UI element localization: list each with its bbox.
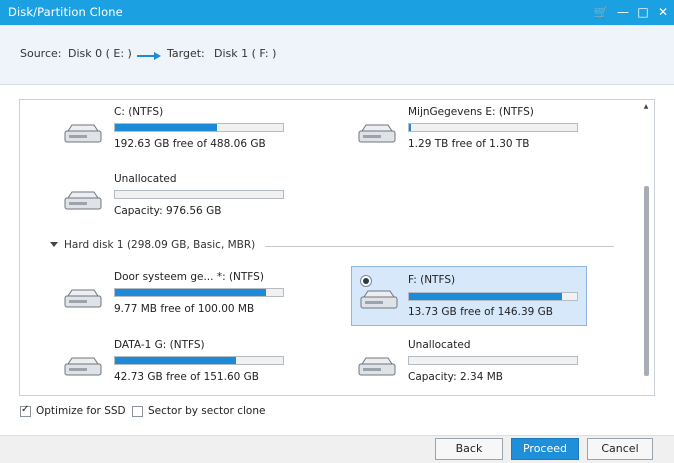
partition-card[interactable]: MijnGegevens E: (NTFS) 1.29 TB free of 1…: [346, 106, 582, 168]
partition-card[interactable]: DATA-1 G: (NTFS) 42.73 GB free of 151.60…: [52, 339, 288, 395]
partition-info: 42.73 GB free of 151.60 GB: [114, 371, 259, 383]
partition-name: MijnGegevens E: (NTFS): [408, 106, 534, 118]
cancel-button[interactable]: Cancel: [587, 438, 653, 460]
usage-bar: [408, 356, 578, 365]
usage-bar-fill: [409, 124, 411, 131]
partition-card[interactable]: Door systeem ge... *: (NTFS) 9.77 MB fre…: [52, 271, 288, 333]
main-content: C: (NTFS) 192.63 GB free of 488.06 GB Mi…: [0, 85, 674, 435]
usage-bar-fill: [115, 289, 267, 296]
cart-icon[interactable]: 🛒: [592, 3, 610, 21]
partition-info: 9.77 MB free of 100.00 MB: [114, 303, 255, 315]
window-titlebar: Disk/Partition Clone 🛒 — □ ✕: [0, 0, 674, 25]
partition-info: Capacity: 2.34 MB: [408, 371, 503, 383]
sector-clone-label: Sector by sector clone: [148, 405, 266, 417]
collapse-triangle-icon[interactable]: [50, 242, 58, 247]
arrow-right-icon: [137, 52, 161, 60]
scroll-up-arrow-icon[interactable]: ▲: [643, 104, 649, 110]
usage-bar-fill: [409, 293, 562, 300]
maximize-button[interactable]: □: [634, 3, 652, 21]
header-divider: [265, 246, 614, 247]
scroll-thumb[interactable]: [644, 186, 649, 376]
optimize-ssd-label: Optimize for SSD: [36, 405, 126, 417]
usage-bar: [114, 123, 284, 132]
proceed-button[interactable]: Proceed: [511, 438, 579, 460]
partition-card[interactable]: Unallocated Capacity: 976.56 GB: [52, 173, 288, 235]
usage-bar: [114, 190, 284, 199]
partition-name: Door systeem ge... *: (NTFS): [114, 271, 264, 283]
back-button[interactable]: Back: [435, 438, 503, 460]
partition-name: C: (NTFS): [114, 106, 164, 118]
dialog-footer: Back Proceed Cancel: [0, 435, 674, 463]
checkbox-checked-icon[interactable]: [20, 404, 31, 417]
radio-selected-icon[interactable]: [360, 275, 372, 287]
partition-card-selected[interactable]: F: (NTFS) 13.73 GB free of 146.39 GB: [351, 266, 587, 326]
hard-disk-icon: [360, 290, 398, 309]
target-value: Disk 1 ( F: ): [214, 47, 277, 60]
partition-info: Capacity: 976.56 GB: [114, 205, 222, 217]
usage-bar: [114, 356, 284, 365]
disk-header-label: Hard disk 1 (298.09 GB, Basic, MBR): [64, 239, 256, 251]
minimize-button[interactable]: —: [614, 3, 632, 21]
window-title: Disk/Partition Clone: [8, 5, 123, 19]
partition-name: Unallocated: [114, 173, 177, 185]
partition-name: DATA-1 G: (NTFS): [114, 339, 205, 351]
vertical-scrollbar[interactable]: ▲: [643, 104, 649, 392]
disk-group-header[interactable]: Hard disk 1 (298.09 GB, Basic, MBR): [50, 239, 614, 254]
checkbox-unchecked-icon[interactable]: [132, 406, 143, 417]
partition-card[interactable]: Unallocated Capacity: 2.34 MB: [346, 339, 582, 395]
usage-bar-fill: [115, 357, 236, 364]
usage-bar: [408, 292, 578, 301]
source-label: Source:: [20, 47, 62, 60]
partition-info: 192.63 GB free of 488.06 GB: [114, 138, 266, 150]
partition-info: 13.73 GB free of 146.39 GB: [408, 306, 553, 318]
hard-disk-icon: [64, 289, 102, 308]
close-button[interactable]: ✕: [654, 3, 672, 21]
usage-bar: [408, 123, 578, 132]
partition-info: 1.29 TB free of 1.30 TB: [408, 138, 530, 150]
partition-list-panel: C: (NTFS) 192.63 GB free of 488.06 GB Mi…: [19, 99, 655, 396]
source-target-bar: Source: Disk 0 ( E: ) Target: Disk 1 ( F…: [0, 25, 674, 85]
target-label: Target:: [167, 47, 205, 60]
hard-disk-icon: [64, 357, 102, 376]
hard-disk-icon: [64, 124, 102, 143]
hard-disk-icon: [358, 357, 396, 376]
source-value: Disk 0 ( E: ): [68, 47, 132, 60]
hard-disk-icon: [64, 191, 102, 210]
hard-disk-icon: [358, 124, 396, 143]
usage-bar-fill: [115, 124, 218, 131]
usage-bar: [114, 288, 284, 297]
partition-card[interactable]: C: (NTFS) 192.63 GB free of 488.06 GB: [52, 106, 288, 168]
partition-name: Unallocated: [408, 339, 471, 351]
partition-name: F: (NTFS): [408, 274, 456, 286]
